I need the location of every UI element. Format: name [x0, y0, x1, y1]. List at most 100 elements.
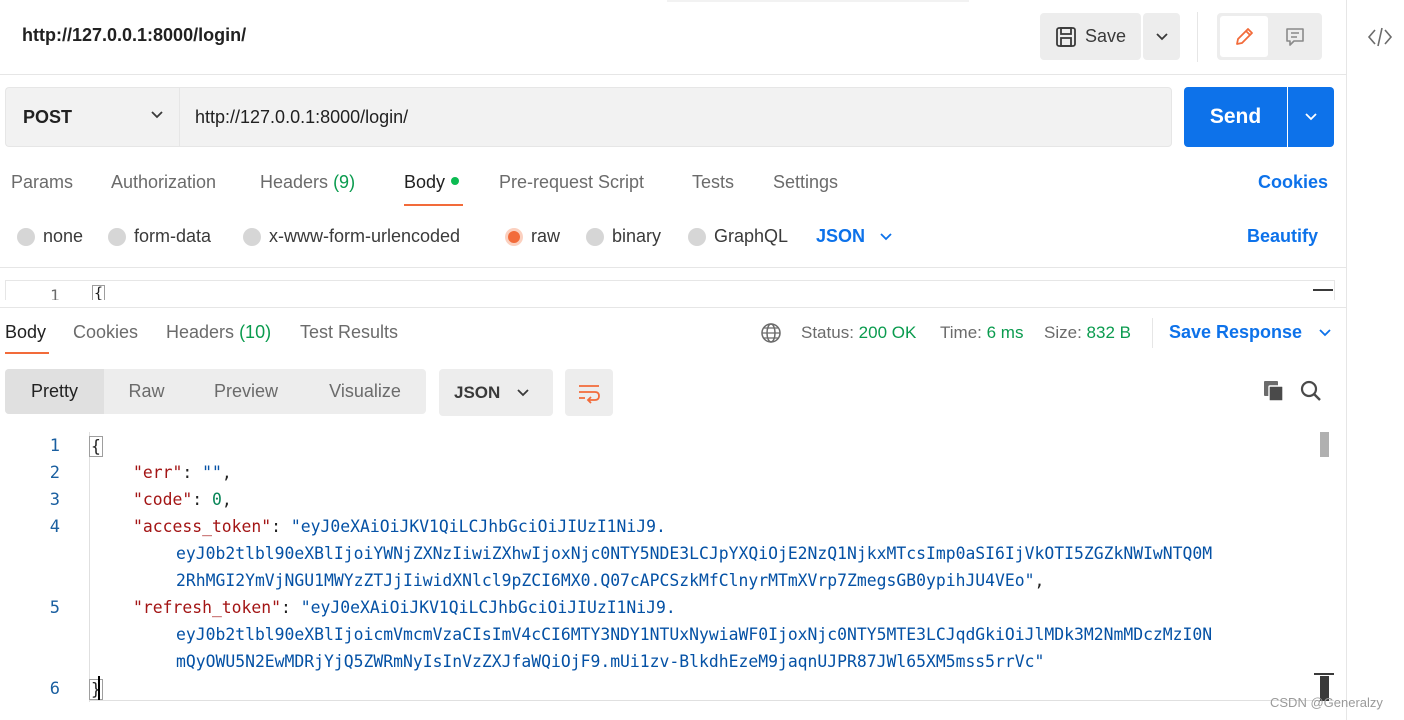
size-value: 832 B — [1086, 323, 1131, 342]
pane-resize-handle[interactable] — [0, 307, 1346, 308]
method-select[interactable]: POST — [5, 87, 180, 147]
radio-button[interactable] — [688, 227, 706, 246]
chevron-down-icon — [517, 388, 529, 396]
response-tab-headers-label: Headers — [166, 322, 235, 342]
code-line: 2RhMGI2YmVjNGU1MWYzZTJjIiwidXNlcl9pZCI6M… — [176, 571, 1045, 590]
view-preview[interactable]: Preview — [188, 369, 304, 414]
body-type-raw[interactable]: raw — [505, 226, 560, 247]
search-icon[interactable] — [1299, 379, 1323, 403]
radio-button[interactable] — [17, 227, 35, 246]
tab-prerequest-script[interactable]: Pre-request Script — [499, 172, 644, 193]
method-label: POST — [23, 106, 73, 127]
json-number: 0 — [211, 490, 222, 509]
line-number: 1 — [49, 436, 60, 456]
beautify-link[interactable]: Beautify — [1247, 226, 1318, 247]
divider — [1152, 318, 1153, 348]
body-format-select[interactable]: JSON — [816, 226, 893, 247]
json-key: "code" — [133, 490, 193, 509]
active-tab-underline — [5, 352, 49, 354]
response-tab-body[interactable]: Body — [5, 322, 46, 343]
tab-headers[interactable]: Headers (9) — [260, 172, 355, 193]
json-string-wrap: mQyOWU5N2EwMDRjYjQ5ZWRmNyIsInVzZXJfaWQiO… — [176, 652, 1045, 671]
response-format-select[interactable]: JSON — [439, 369, 553, 416]
status-value: 200 OK — [858, 323, 917, 342]
right-sidebar — [1346, 0, 1404, 720]
floppy-disk-icon — [1056, 26, 1076, 47]
code-bottom-border — [89, 700, 1334, 701]
chevron-down-icon — [1319, 328, 1331, 336]
copy-icon[interactable] — [1262, 379, 1286, 403]
text-cursor — [98, 676, 100, 700]
request-title[interactable]: http://127.0.0.1:8000/login/ — [22, 25, 246, 46]
code-line: "refresh_token": "eyJ0eXAiOiJKV1QiLCJhbG… — [133, 598, 676, 617]
chevron-down-icon — [880, 232, 892, 240]
request-body-editor[interactable]: 1 { — [5, 280, 1335, 300]
body-type-urlencoded[interactable]: x-www-form-urlencoded — [243, 226, 460, 247]
view-raw[interactable]: Raw — [105, 369, 188, 414]
headers-count: (9) — [333, 172, 356, 192]
tab-authorization[interactable]: Authorization — [111, 172, 216, 193]
time-value: 6 ms — [986, 323, 1024, 342]
tab-body-label: Body — [404, 172, 446, 192]
body-type-none[interactable]: none — [17, 226, 83, 247]
comments-button[interactable] — [1271, 16, 1319, 57]
watermark: CSDN @Generalzy — [1270, 695, 1383, 710]
radio-label: form-data — [134, 226, 212, 246]
comment-icon — [1286, 27, 1304, 46]
scrollbar[interactable] — [1313, 289, 1333, 291]
code-icon[interactable] — [1367, 24, 1393, 50]
scrollbar-thumb[interactable] — [1320, 432, 1329, 457]
save-button[interactable]: Save — [1040, 13, 1141, 60]
response-body-viewer[interactable]: 1 2 3 4 5 6 { "err": "", "code": 0, "acc… — [0, 432, 1334, 702]
send-options-button[interactable] — [1288, 87, 1334, 147]
json-key: "err" — [133, 463, 183, 482]
response-time: Time: 6 ms — [940, 323, 1023, 343]
save-response-button[interactable]: Save Response — [1169, 322, 1332, 343]
url-input[interactable] — [179, 87, 1172, 147]
json-key: "refresh_token" — [133, 598, 282, 617]
radio-button[interactable] — [243, 227, 261, 246]
view-visualize[interactable]: Visualize — [304, 369, 426, 414]
json-string: "eyJ0eXAiOiJKV1QiLCJhbGciOiJIUzI1NiJ9. — [290, 517, 666, 536]
radio-label: GraphQL — [714, 226, 789, 246]
radio-button-selected[interactable] — [505, 227, 523, 246]
code-open-brace: { — [89, 436, 103, 457]
body-type-graphql[interactable]: GraphQL — [688, 226, 788, 247]
editor-text: { — [92, 284, 106, 300]
cookies-link[interactable]: Cookies — [1258, 172, 1328, 193]
tab-params[interactable]: Params — [11, 172, 73, 193]
wrap-lines-button[interactable] — [565, 369, 613, 416]
tab-headers-label: Headers — [260, 172, 329, 192]
tab-settings[interactable]: Settings — [773, 172, 838, 193]
body-indicator-dot — [451, 177, 460, 186]
globe-icon[interactable] — [760, 322, 782, 344]
active-tab-underline — [404, 204, 463, 206]
response-tab-test-results[interactable]: Test Results — [300, 322, 398, 343]
scrollbar-track-end — [1314, 673, 1334, 675]
response-tab-headers[interactable]: Headers (10) — [166, 322, 271, 343]
save-response-label: Save Response — [1169, 322, 1303, 342]
json-string-wrap: eyJ0b2tlbl90eXBlIjoicmVmcmVzaCIsImV4cCI6… — [176, 625, 1213, 644]
line-number: 1 — [50, 286, 60, 300]
tab-body[interactable]: Body — [404, 172, 460, 193]
code-line: "access_token": "eyJ0eXAiOiJKV1QiLCJhbGc… — [133, 517, 666, 536]
send-button[interactable]: Send — [1184, 87, 1287, 147]
json-string-wrap: eyJ0b2tlbl90eXBlIjoiYWNjZXNzIiwiZXhwIjox… — [176, 544, 1213, 563]
save-options-button[interactable] — [1143, 13, 1180, 60]
chevron-down-icon — [151, 111, 163, 119]
divider — [0, 267, 1346, 268]
view-pretty[interactable]: Pretty — [5, 369, 104, 414]
code-line: "code": 0, — [133, 490, 232, 509]
edit-mode-button[interactable] — [1220, 16, 1268, 57]
radio-button[interactable] — [108, 227, 126, 246]
response-tab-cookies[interactable]: Cookies — [73, 322, 138, 343]
radio-label: x-www-form-urlencoded — [269, 226, 461, 246]
radio-label: raw — [531, 226, 561, 246]
wrap-text-icon — [579, 384, 600, 404]
body-type-binary[interactable]: binary — [586, 226, 661, 247]
tab-tests[interactable]: Tests — [692, 172, 734, 193]
time-label: Time: — [940, 323, 982, 342]
radio-button[interactable] — [586, 227, 604, 246]
body-type-form-data[interactable]: form-data — [108, 226, 211, 247]
response-format-label: JSON — [454, 382, 501, 402]
